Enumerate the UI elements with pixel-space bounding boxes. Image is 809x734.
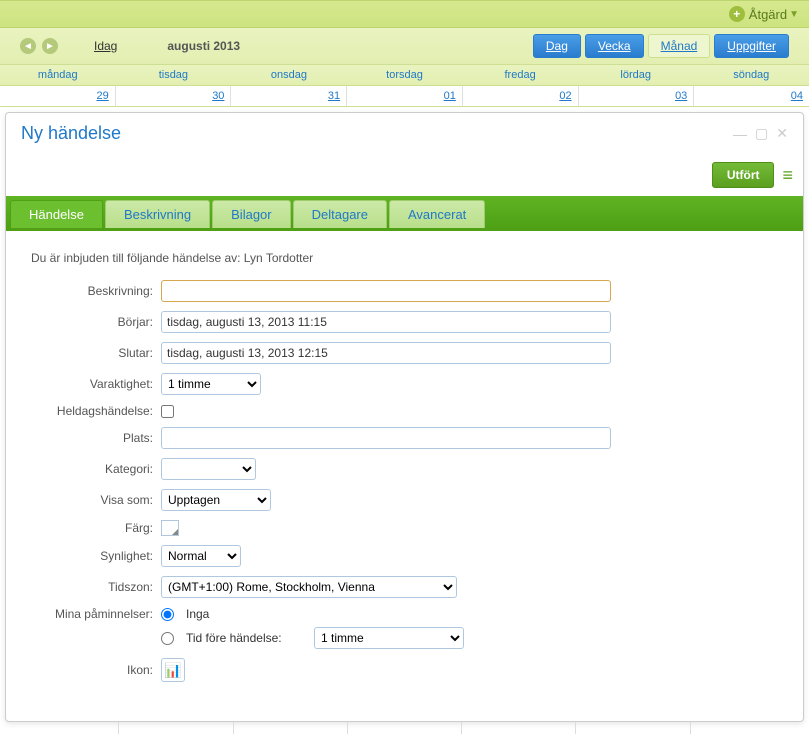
visibility-select[interactable]: Normal	[161, 545, 241, 567]
label-description: Beskrivning:	[31, 284, 161, 298]
weekday-label: onsdag	[231, 65, 347, 85]
next-arrow-icon[interactable]: ►	[42, 38, 58, 54]
dialog-title: Ny händelse	[21, 123, 121, 144]
calendar-title: augusti 2013	[167, 39, 240, 53]
maximize-icon[interactable]: ▢	[755, 125, 768, 142]
location-input[interactable]	[161, 427, 611, 449]
day-cell[interactable]: 03	[579, 86, 695, 106]
reminder-none-label: Inga	[186, 607, 209, 621]
today-link[interactable]: Idag	[94, 39, 117, 53]
tab-event[interactable]: Händelse	[10, 200, 103, 228]
timezone-select[interactable]: (GMT+1:00) Rome, Stockholm, Vienna	[161, 576, 457, 598]
label-color: Färg:	[31, 521, 161, 535]
label-duration: Varaktighet:	[31, 377, 161, 391]
day-cell[interactable]: 02	[463, 86, 579, 106]
minimize-icon[interactable]: —	[733, 126, 747, 142]
allday-checkbox[interactable]	[161, 405, 174, 418]
action-menu-label: Åtgärd	[749, 7, 787, 22]
weekday-label: söndag	[693, 65, 809, 85]
day-cell[interactable]: 04	[694, 86, 809, 106]
label-visibility: Synlighet:	[31, 549, 161, 563]
plus-icon: +	[729, 6, 745, 22]
color-picker[interactable]	[161, 520, 179, 536]
daynum-row: 29 30 31 01 02 03 04	[0, 85, 809, 107]
weekday-label: torsdag	[347, 65, 463, 85]
tab-bar: Händelse Beskrivning Bilagor Deltagare A…	[6, 196, 803, 228]
dialog-toolbar: Utfört ≡	[6, 154, 803, 196]
menu-icon[interactable]: ≡	[782, 169, 793, 181]
category-select[interactable]	[161, 458, 256, 480]
label-reminders: Mina påminnelser:	[31, 607, 161, 621]
done-button[interactable]: Utfört	[712, 162, 775, 188]
prev-arrow-icon[interactable]: ◄	[20, 38, 36, 54]
weekday-label: tisdag	[116, 65, 232, 85]
dialog-header: Ny händelse — ▢ ✕	[6, 113, 803, 154]
invited-text: Du är inbjuden till följande händelse av…	[31, 251, 778, 265]
label-timezone: Tidszon:	[31, 580, 161, 594]
form-area: Du är inbjuden till följande händelse av…	[6, 231, 803, 721]
reminder-before-radio[interactable]	[161, 632, 174, 645]
day-cell[interactable]: 31	[231, 86, 347, 106]
weekday-header: måndag tisdag onsdag torsdag fredag lörd…	[0, 65, 809, 85]
weekday-label: lördag	[578, 65, 694, 85]
tab-advanced[interactable]: Avancerat	[389, 200, 485, 228]
reminder-time-select[interactable]: 1 timme	[314, 627, 464, 649]
chevron-down-icon: ▼	[789, 9, 799, 20]
reminder-before-label: Tid före händelse:	[186, 631, 306, 645]
calendar-strip	[5, 722, 804, 734]
weekday-label: fredag	[462, 65, 578, 85]
weekday-label: måndag	[0, 65, 116, 85]
label-allday: Heldagshändelse:	[31, 404, 161, 418]
reminder-none-radio[interactable]	[161, 608, 174, 621]
starts-input[interactable]	[161, 311, 611, 333]
view-tab-week[interactable]: Vecka	[585, 34, 644, 58]
label-icon: Ikon:	[31, 663, 161, 677]
tab-participants[interactable]: Deltagare	[293, 200, 387, 228]
view-tabs: Dag Vecka Månad Uppgifter	[533, 34, 789, 58]
ends-input[interactable]	[161, 342, 611, 364]
label-category: Kategori:	[31, 462, 161, 476]
event-dialog: Ny händelse — ▢ ✕ Utfört ≡ Händelse Besk…	[5, 112, 804, 722]
label-showas: Visa som:	[31, 493, 161, 507]
duration-select[interactable]: 1 timme	[161, 373, 261, 395]
day-cell[interactable]: 30	[116, 86, 232, 106]
label-ends: Slutar:	[31, 346, 161, 360]
view-tab-day[interactable]: Dag	[533, 34, 581, 58]
calendar-topbar: + Åtgärd ▼	[0, 0, 809, 28]
label-location: Plats:	[31, 431, 161, 445]
day-cell[interactable]: 01	[347, 86, 463, 106]
view-tab-month[interactable]: Månad	[648, 34, 711, 58]
description-input[interactable]	[161, 280, 611, 302]
view-tab-tasks[interactable]: Uppgifter	[714, 34, 789, 58]
tab-description[interactable]: Beskrivning	[105, 200, 210, 228]
action-menu-button[interactable]: + Åtgärd ▼	[729, 6, 799, 22]
icon-picker[interactable]: 📊	[161, 658, 185, 682]
label-starts: Börjar:	[31, 315, 161, 329]
tab-attachments[interactable]: Bilagor	[212, 200, 290, 228]
close-icon[interactable]: ✕	[776, 125, 788, 142]
chart-icon: 📊	[164, 662, 181, 679]
showas-select[interactable]: Upptagen	[161, 489, 271, 511]
day-cell[interactable]: 29	[0, 86, 116, 106]
calendar-toolbar: ◄ ► Idag augusti 2013 Dag Vecka Månad Up…	[0, 28, 809, 65]
